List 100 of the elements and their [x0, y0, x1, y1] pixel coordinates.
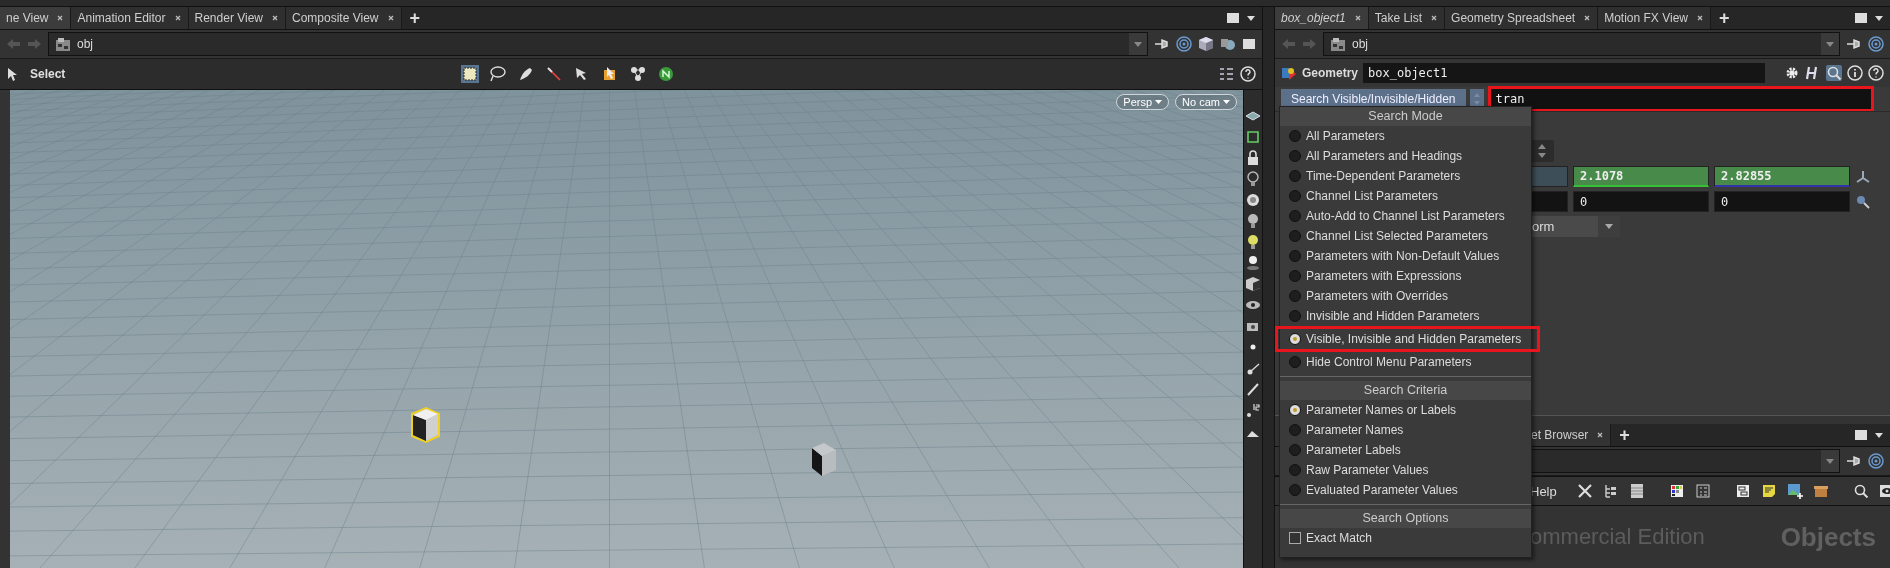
radio-button[interactable]: [1289, 290, 1301, 302]
maximize-icon[interactable]: [1242, 37, 1256, 51]
search-icon[interactable]: [1852, 483, 1869, 499]
menu-item[interactable]: Parameter Labels: [1280, 440, 1531, 460]
radio-button[interactable]: [1289, 150, 1301, 162]
target-icon[interactable]: [1868, 36, 1884, 52]
value-field[interactable]: [1530, 191, 1568, 212]
pin-icon[interactable]: [1846, 453, 1862, 469]
spinner-icon[interactable]: [1469, 89, 1484, 109]
search-mode-button[interactable]: Search Visible/Invisible/Hidden: [1281, 89, 1466, 109]
lasso-icon[interactable]: [489, 65, 508, 83]
close-icon[interactable]: [1430, 14, 1439, 22]
close-icon[interactable]: [1583, 14, 1592, 22]
bulb-icon[interactable]: [1245, 255, 1261, 271]
radio-button[interactable]: [1289, 270, 1301, 282]
path-field[interactable]: obj: [48, 32, 1148, 56]
close-icon[interactable]: [271, 14, 279, 22]
radio-button[interactable]: [1289, 464, 1301, 476]
caret-icon[interactable]: [1246, 13, 1256, 23]
grid-icon[interactable]: [1694, 483, 1711, 499]
spinner-icon[interactable]: [1530, 140, 1554, 162]
image-add-icon[interactable]: [1786, 483, 1803, 499]
close-icon[interactable]: [173, 14, 182, 22]
menu-item[interactable]: Parameter Names: [1280, 420, 1531, 440]
radio-button[interactable]: [1289, 424, 1301, 436]
help-icon[interactable]: [1868, 65, 1884, 81]
radio-button[interactable]: [1289, 310, 1301, 322]
search-icon[interactable]: [1826, 65, 1842, 81]
radio-button[interactable]: [1289, 130, 1301, 142]
menu-item[interactable]: Parameters with Expressions: [1280, 266, 1531, 286]
list-icon[interactable]: [1628, 483, 1645, 499]
bulb-icon[interactable]: [1245, 234, 1261, 250]
value-field[interactable]: 2.82855: [1714, 166, 1850, 187]
handle-icon[interactable]: [1855, 168, 1871, 185]
close-icon[interactable]: [1596, 431, 1605, 439]
dropdown-arrow-icon[interactable]: [1825, 456, 1835, 466]
dial-icon[interactable]: [1245, 192, 1261, 208]
menu-item[interactable]: Time-Dependent Parameters: [1280, 166, 1531, 186]
circle-icon[interactable]: [657, 65, 676, 83]
checkbox[interactable]: [1289, 532, 1301, 544]
maximize-icon[interactable]: [1226, 11, 1240, 25]
panel-tab[interactable]: box_object1: [1275, 7, 1369, 29]
menu-item[interactable]: Parameters with Overrides: [1280, 286, 1531, 306]
panel-tab[interactable]: Geometry Spreadsheet: [1445, 7, 1599, 29]
menu-item[interactable]: Hide Control Menu Parameters: [1280, 352, 1531, 372]
pin-icon[interactable]: [1154, 36, 1170, 52]
info-icon[interactable]: [1847, 65, 1863, 81]
node-type-icon[interactable]: [1281, 65, 1297, 81]
sticky-note-icon[interactable]: [1760, 483, 1777, 499]
close-icon[interactable]: [386, 14, 395, 22]
panel-tab[interactable]: ne View: [0, 7, 72, 29]
dropdown[interactable]: orm: [1530, 216, 1620, 237]
path-field[interactable]: obj: [1323, 32, 1840, 56]
nodes-icon[interactable]: [629, 65, 648, 83]
radio-button[interactable]: [1289, 444, 1301, 456]
tree-icon[interactable]: [1602, 483, 1619, 499]
target-icon[interactable]: [1868, 453, 1884, 469]
menu-item[interactable]: Parameters with Non-Default Values: [1280, 246, 1531, 266]
color-grid-icon[interactable]: [1668, 483, 1685, 499]
viewport[interactable]: Persp No cam: [10, 90, 1243, 568]
caret-icon[interactable]: [1874, 13, 1884, 23]
panel-tab[interactable]: Motion FX View: [1598, 7, 1711, 29]
radio-button[interactable]: [1289, 170, 1301, 182]
close-icon[interactable]: [1695, 14, 1704, 22]
caret-icon[interactable]: [1874, 430, 1884, 440]
panel-tab[interactable]: Render View: [188, 7, 286, 29]
radio-button[interactable]: [1289, 190, 1301, 202]
dropdown-arrow-icon[interactable]: [1604, 222, 1614, 231]
camera-menu-button[interactable]: Persp: [1116, 94, 1170, 110]
menu-item[interactable]: Exact Match: [1280, 528, 1531, 548]
menu-item[interactable]: Visible, Invisible and Hidden Parameters: [1278, 329, 1537, 349]
menu-item[interactable]: All Parameters: [1280, 126, 1531, 146]
add-tab-button[interactable]: +: [401, 7, 428, 29]
close-icon[interactable]: [56, 14, 65, 22]
layout-icon[interactable]: [1734, 483, 1751, 499]
maximize-icon[interactable]: [1854, 11, 1868, 25]
box-icon[interactable]: [1812, 483, 1829, 499]
dropdown-arrow-icon[interactable]: [1133, 39, 1143, 49]
target-icon[interactable]: [1176, 36, 1192, 52]
radio-button[interactable]: [1289, 230, 1301, 242]
add-tab-button[interactable]: +: [1611, 424, 1638, 446]
menu-item[interactable]: Evaluated Parameter Values: [1280, 480, 1531, 500]
gear-icon[interactable]: [1784, 65, 1800, 81]
wrench-icon[interactable]: [1576, 483, 1593, 499]
radio-button[interactable]: [1289, 250, 1301, 262]
help-icon[interactable]: [1240, 66, 1256, 82]
eye-icon[interactable]: [1878, 483, 1890, 499]
menu-item[interactable]: Invisible and Hidden Parameters: [1280, 306, 1531, 326]
bulb-icon[interactable]: [1245, 213, 1261, 229]
panel-tab[interactable]: Take List: [1368, 7, 1446, 29]
pick-icon[interactable]: [1855, 193, 1871, 210]
menu-item[interactable]: Raw Parameter Values: [1280, 460, 1531, 480]
value-field[interactable]: 2.1078: [1573, 166, 1709, 187]
panel-tab[interactable]: Composite View: [286, 7, 402, 29]
pin-icon[interactable]: [1846, 36, 1862, 52]
sphere-icon[interactable]: [1220, 36, 1236, 52]
radio-button[interactable]: [1289, 484, 1301, 496]
menu-item[interactable]: All Parameters and Headings: [1280, 146, 1531, 166]
display-options-icon[interactable]: [1218, 66, 1234, 82]
radio-button[interactable]: [1289, 356, 1301, 368]
